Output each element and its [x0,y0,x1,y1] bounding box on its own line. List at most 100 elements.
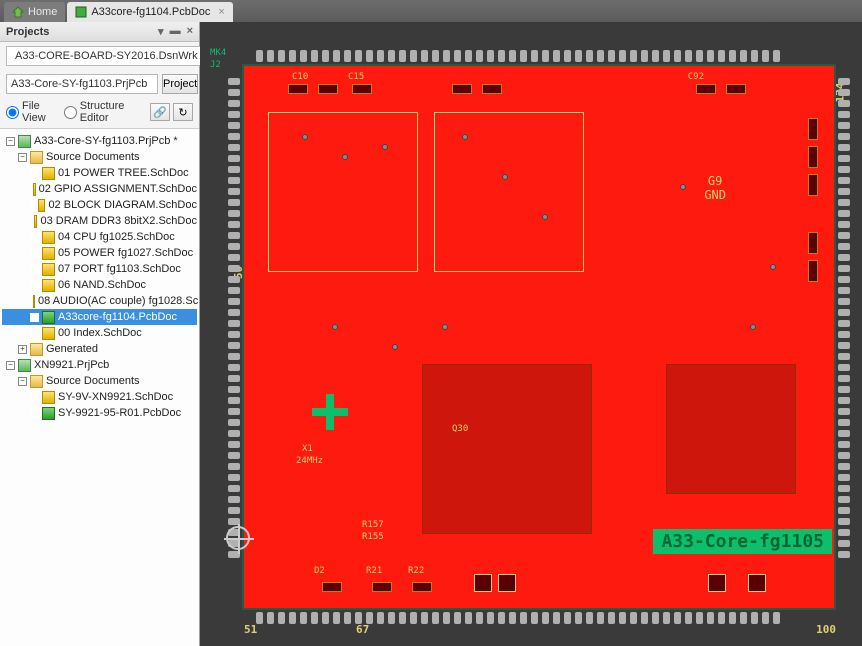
pad [228,232,240,239]
tab-pcbdoc[interactable]: A33core-fg1104.PcbDoc × [67,2,232,22]
refdes: C10 [292,72,308,82]
pad [641,50,648,62]
project-field[interactable] [6,74,158,94]
pad [228,375,240,382]
pad [487,50,494,62]
component-bga2 [666,364,796,494]
pad [531,50,538,62]
refresh-button[interactable]: ↻ [173,103,193,121]
link-toggle-button[interactable]: 🔗 [150,103,170,121]
pcb-icon [42,311,55,324]
pad [432,50,439,62]
pad [773,612,780,624]
schematic-icon [34,215,37,228]
pad [773,50,780,62]
pad [520,612,527,624]
pad [838,265,850,272]
pcb-icon [42,407,55,420]
pad [228,188,240,195]
refdes: C15 [348,72,364,82]
pad [838,441,850,448]
pad [608,50,615,62]
panel-close-icon[interactable]: × [187,25,193,38]
component-bga [422,364,592,534]
pad [838,529,850,536]
pad [729,50,736,62]
pad [228,474,240,481]
pad [410,612,417,624]
schematic-icon [33,183,35,196]
panel-pin-icon[interactable]: ▬ [170,25,181,38]
pad [228,111,240,118]
workspace-select[interactable]: A33-CORE-BOARD-SY2016.DsnWrk [6,46,219,66]
pad [228,309,240,316]
pad [751,612,758,624]
pad [487,612,494,624]
tree-doc[interactable]: 04 CPU fg1025.SchDoc [2,229,197,245]
pad [674,612,681,624]
pad [762,612,769,624]
tree-doc[interactable]: 01 POWER TREE.SchDoc [2,165,197,181]
pad [838,320,850,327]
tree-project-xn9921[interactable]: −XN9921.PrjPcb [2,357,197,373]
tree-doc[interactable]: 05 POWER fg1027.SchDoc [2,245,197,261]
via [750,324,756,330]
refdes: R157 [362,520,384,530]
schematic-icon [42,279,55,292]
pad [729,612,736,624]
pad [256,612,263,624]
pad [228,463,240,470]
component [696,84,716,94]
tree-doc[interactable]: 07 PORT fg1103.SchDoc [2,261,197,277]
tree-project-a33[interactable]: −A33-Core-SY-fg1103.PrjPcb * [2,133,197,149]
pcb-canvas[interactable]: MK4 J2 50 51 67 100 134 [208,30,854,638]
tree-source-docs[interactable]: −Source Documents [2,373,197,389]
pad [520,50,527,62]
component [288,84,308,94]
tree-doc[interactable]: 03 DRAM DDR3 8bitX2.SchDoc [2,213,197,229]
pad [228,89,240,96]
component [322,582,342,592]
pad [707,612,714,624]
pad [366,50,373,62]
schematic-icon [42,391,55,404]
tree-source-docs[interactable]: −Source Documents [2,149,197,165]
pad [838,353,850,360]
schematic-icon [38,199,46,212]
pad [838,397,850,404]
radio-file-view[interactable]: File View [6,100,60,124]
pad [228,430,240,437]
pad [366,612,373,624]
tree-doc[interactable]: SY-9V-XN9921.SchDoc [2,389,197,405]
pad [228,265,240,272]
pad [311,50,318,62]
pad [228,342,240,349]
refdes-mk4: MK4 [210,48,226,58]
tree-doc[interactable]: SY-9921-95-R01.PcbDoc [2,405,197,421]
via [442,324,448,330]
close-icon[interactable]: × [218,6,224,18]
tree-doc-selected[interactable]: A33core-fg1104.PcbDoc [2,309,197,325]
pcb-editor[interactable]: MK4 J2 50 51 67 100 134 [200,22,862,646]
pad [228,298,240,305]
pad [311,612,318,624]
pad [228,177,240,184]
tree-doc[interactable]: 02 BLOCK DIAGRAM.SchDoc [2,197,197,213]
tree-doc[interactable]: 00 Index.SchDoc [2,325,197,341]
radio-structure-editor[interactable]: Structure Editor [64,100,146,124]
pad [476,612,483,624]
pad [399,50,406,62]
panel-dropdown-icon[interactable]: ▾ [158,25,164,38]
pad [228,166,240,173]
tree-doc[interactable]: 02 GPIO ASSIGNMENT.SchDoc [2,181,197,197]
tree-doc[interactable]: 08 AUDIO(AC couple) fg1028.SchDoc [2,293,197,309]
component [372,582,392,592]
tree-generated[interactable]: +Generated [2,341,197,357]
tab-home[interactable]: Home [4,2,65,22]
panel-title: Projects [6,26,49,38]
tree-doc[interactable]: 06 NAND.SchDoc [2,277,197,293]
via [680,184,686,190]
edge-pads-right [838,78,850,598]
pad [718,612,725,624]
project-button[interactable]: Project [162,74,198,94]
